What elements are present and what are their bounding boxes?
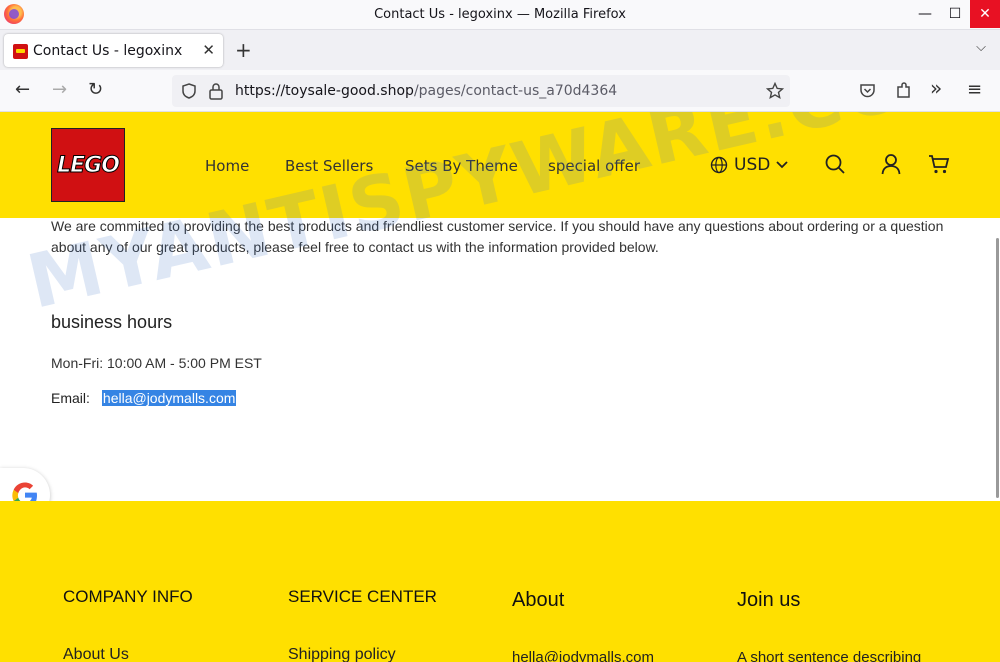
nav-sets-by-theme[interactable]: Sets By Theme (405, 157, 518, 175)
nav-special-offer[interactable]: special offer (548, 157, 640, 175)
chevron-down-icon (776, 161, 788, 169)
email-label: Email: (51, 390, 90, 406)
navigation-toolbar: ← → ↻ https://toysale-good.shop/pages/co… (0, 70, 1000, 112)
tab-contact-us[interactable]: Contact Us - legoxinx ✕ (4, 34, 223, 67)
back-arrow-icon[interactable]: ← (15, 80, 30, 100)
currency-selector[interactable]: USD (710, 155, 788, 175)
hamburger-menu-icon[interactable]: ≡ (967, 80, 982, 100)
window-title: Contact Us - legoxinx — Mozilla Firefox (374, 7, 626, 22)
lego-favicon-icon (13, 44, 28, 59)
extensions-icon[interactable] (895, 81, 912, 99)
site-footer: COMPANY INFO SERVICE CENTER About Join u… (0, 501, 1000, 662)
business-hours-heading: business hours (51, 312, 173, 332)
email-line: Email: hella@jodymalls.com (51, 390, 237, 406)
footer-heading-join-us: Join us (737, 589, 801, 611)
reload-icon[interactable]: ↻ (88, 80, 103, 100)
url-bar[interactable]: https://toysale-good.shop/pages/contact-… (172, 75, 790, 107)
nav-home[interactable]: Home (205, 157, 249, 175)
window-titlebar: Contact Us - legoxinx — Mozilla Firefox … (0, 0, 1000, 30)
footer-heading-company-info: COMPANY INFO (63, 587, 193, 606)
cart-icon[interactable] (928, 153, 950, 175)
close-window-button[interactable]: ✕ (970, 0, 1000, 28)
lock-icon[interactable] (208, 82, 224, 100)
footer-link-about-us[interactable]: About Us (63, 646, 129, 662)
footer-join-text: A short sentence describing (737, 649, 922, 662)
email-link[interactable]: hella@jodymalls.com (101, 390, 237, 406)
nav-best-sellers[interactable]: Best Sellers (285, 157, 373, 175)
close-tab-icon[interactable]: ✕ (202, 41, 215, 59)
contact-content: We are committed to providing the best p… (51, 216, 951, 406)
page-scrollbar[interactable] (996, 238, 999, 498)
footer-heading-service-center: SERVICE CENTER (288, 587, 437, 606)
site-header: LEGO Home Best Sellers Sets By Theme spe… (0, 112, 1000, 218)
globe-icon (710, 156, 728, 174)
maximize-button[interactable]: ☐ (940, 0, 970, 28)
bookmark-star-icon[interactable] (766, 82, 784, 100)
forward-arrow-icon[interactable]: → (52, 80, 67, 100)
footer-link-shipping-policy[interactable]: Shipping policy (288, 646, 396, 662)
tab-label: Contact Us - legoxinx (33, 43, 183, 59)
new-tab-button[interactable]: + (235, 38, 252, 62)
business-hours-text: Mon-Fri: 10:00 AM - 5:00 PM EST (51, 355, 262, 371)
intro-text: We are committed to providing the best p… (51, 218, 944, 255)
more-tools-chevron-icon[interactable]: » (930, 78, 942, 98)
web-page: LEGO Home Best Sellers Sets By Theme spe… (0, 112, 1000, 662)
search-icon[interactable] (824, 153, 846, 175)
footer-heading-about: About (512, 589, 565, 611)
account-icon[interactable] (880, 153, 902, 175)
pocket-icon[interactable] (859, 82, 876, 99)
currency-label: USD (734, 155, 771, 175)
list-all-tabs-chevron-icon[interactable]: ⌵ (976, 40, 986, 55)
lego-logo[interactable]: LEGO (51, 128, 125, 202)
tab-bar: Contact Us - legoxinx ✕ (0, 30, 1000, 70)
minimize-button[interactable]: — (910, 0, 940, 28)
shield-icon[interactable] (180, 82, 198, 100)
footer-email[interactable]: hella@jodymalls.com (512, 649, 654, 662)
url-text: https://toysale-good.shop/pages/contact-… (235, 83, 618, 99)
